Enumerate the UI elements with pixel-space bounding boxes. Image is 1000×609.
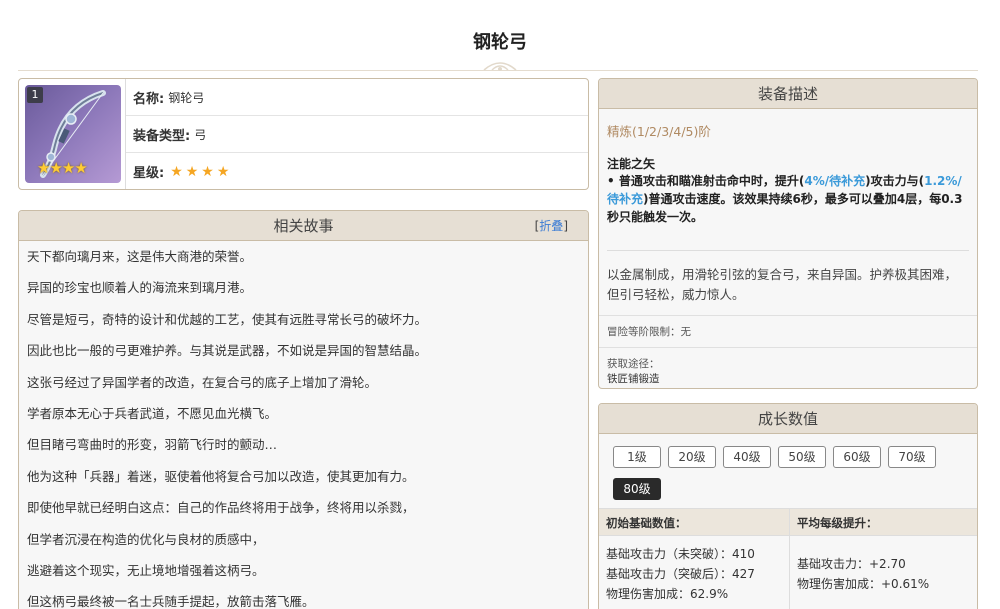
passive-highlight: 4%/待补充 — [804, 174, 866, 188]
passive-name: 注能之矢 — [607, 157, 656, 171]
stat-table-header: 初始基础数值： 平均每级提升： — [599, 508, 977, 536]
weapon-info-card: 1 ★★★★ 名称: 钢轮弓 装备类型: 弓 星级: ★★★★ — [18, 78, 589, 190]
base-stats-column: 基础攻击力（未突破）：410 基础攻击力（突破后）：427 物理伤害加成：62.… — [599, 536, 789, 609]
base-stat: 基础攻击力（未突破）：410 — [606, 547, 755, 561]
name-label: 名称: — [133, 91, 165, 107]
level-badge: 1 — [27, 87, 43, 103]
story-body: 天下都向璃月来，这是伟大商港的荣誉。 异国的珍宝也顺着人的海流来到璃月港。 尽管… — [19, 241, 588, 609]
level-button-60[interactable]: 60级 — [833, 446, 881, 468]
level-selector: 1级 20级 40级 50级 60级 70级 80级 — [599, 434, 977, 500]
level-button-1[interactable]: 1级 — [613, 446, 661, 468]
story-header: 相关故事 [折叠] — [19, 211, 588, 241]
refinement-label: 精炼(1/2/3/4/5)阶 — [607, 124, 711, 139]
story-line: 但这柄弓最终被一名士兵随手提起，放箭击落飞雁。 — [27, 594, 315, 609]
base-stats-header: 初始基础数值： — [606, 516, 687, 530]
story-line: 因此也比一般的弓更难护养。与其说是武器，不如说是异国的智慧结晶。 — [27, 343, 428, 359]
growth-header: 成长数值 — [599, 404, 977, 434]
passive-text-part: • 普通攻击和瞄准射击命中时，提升( — [607, 174, 805, 188]
base-stat: 物理伤害加成：62.9% — [606, 587, 729, 601]
passive-text-part: )攻击力与( — [865, 174, 925, 188]
base-stat: 基础攻击力（突破后）：427 — [606, 567, 755, 581]
type-row: 装备类型: 弓 — [126, 116, 588, 153]
page-title: 钢轮弓 — [473, 32, 527, 53]
story-line: 异国的珍宝也顺着人的海流来到璃月港。 — [27, 280, 253, 296]
story-line: 学者原本无心于兵者武道，不愿见血光横飞。 — [27, 405, 278, 421]
level-button-70[interactable]: 70级 — [888, 446, 936, 468]
ascension-limit: 冒险等阶限制：无 — [599, 315, 977, 347]
collapse-bracket-close: ] — [563, 219, 568, 233]
flavor-text: 以金属制成，用滑轮引弦的复合弓，来自异国。护养极其困难，但引弓轻松，威力惊人。 — [607, 267, 958, 302]
story-line: 他为这种「兵器」着迷，驱使着他将复合弓加以改造，使其更加有力。 — [27, 468, 415, 484]
level-button-40[interactable]: 40级 — [723, 446, 771, 468]
story-line: 尽管是短弓，奇特的设计和优越的工艺，使其有远胜寻常长弓的破坏力。 — [27, 311, 428, 327]
passive-text-part: )普通攻击速度。该效果持续6秒，最多可以叠加4层，每0.3秒只能触发一次。 — [607, 192, 963, 224]
info-table: 名称: 钢轮弓 装备类型: 弓 星级: ★★★★ — [125, 79, 588, 189]
avg-stat: 基础攻击力：+2.70 — [797, 557, 906, 571]
stat-columns: 基础攻击力（未突破）：410 基础攻击力（突破后）：427 物理伤害加成：62.… — [599, 536, 977, 609]
ornament-icon — [483, 62, 517, 71]
level-button-20[interactable]: 20级 — [668, 446, 716, 468]
story-line: 这张弓经过了异国学者的改造，在复合弓的底子上增加了滑轮。 — [27, 374, 378, 390]
story-line: 逃避着这个现实，无止境地增强着这柄弓。 — [27, 562, 265, 578]
portrait-stars: ★★★★ — [37, 159, 88, 177]
stat-table: 初始基础数值： 平均每级提升： 基础攻击力（未突破）：410 基础攻击力（突破后… — [599, 508, 977, 609]
story-line: 但学者沉浸在构造的优化与良材的质感中， — [27, 531, 265, 547]
weapon-portrait: 1 ★★★★ — [25, 85, 121, 183]
type-value: 弓 — [194, 127, 207, 142]
description-card: 装备描述 精炼(1/2/3/4/5)阶 注能之矢 • 普通攻击和瞄准射击命中时，… — [598, 78, 978, 389]
story-line: 天下都向璃月来，这是伟大商港的荣誉。 — [27, 249, 253, 264]
story-card: 相关故事 [折叠] 天下都向璃月来，这是伟大商港的荣誉。 异国的珍宝也顺着人的海… — [18, 210, 589, 609]
name-value: 钢轮弓 — [168, 90, 205, 105]
avg-stats-column: 基础攻击力：+2.70 物理伤害加成：+0.61% — [789, 536, 977, 609]
story-header-title: 相关故事 — [273, 217, 334, 235]
description-header: 装备描述 — [599, 79, 977, 109]
rarity-row: 星级: ★★★★ — [126, 153, 588, 189]
source-label: 获取途径： — [607, 358, 660, 370]
type-label: 装备类型: — [133, 128, 191, 144]
collapse-toggle: [折叠] — [535, 211, 568, 241]
name-row: 名称: 钢轮弓 — [126, 79, 588, 116]
source-value: 铁匠铺锻造 — [607, 373, 660, 385]
collapse-link[interactable]: 折叠 — [539, 219, 563, 233]
growth-card: 成长数值 1级 20级 40级 50级 60级 70级 80级 初始基础数值： … — [598, 403, 978, 609]
avg-stat: 物理伤害加成：+0.61% — [797, 577, 930, 591]
source-row: 获取途径： 铁匠铺锻造 — [599, 347, 977, 388]
rarity-label: 星级: — [133, 166, 165, 181]
avg-stats-header: 平均每级提升： — [789, 509, 977, 535]
level-button-50[interactable]: 50级 — [778, 446, 826, 468]
story-line: 即使他早就已经明白这点：自己的作品终将用于战争，终将用以杀戮， — [27, 500, 415, 516]
level-button-80[interactable]: 80级 — [613, 478, 661, 500]
passive-description: • 普通攻击和瞄准射击命中时，提升(4%/待补充)攻击力与(1.2%/待补充)普… — [599, 172, 977, 250]
story-line: 但目睹弓弯曲时的形变，羽箭飞行时的颤动… — [27, 437, 278, 453]
star-rating: ★★★★ — [170, 163, 233, 180]
